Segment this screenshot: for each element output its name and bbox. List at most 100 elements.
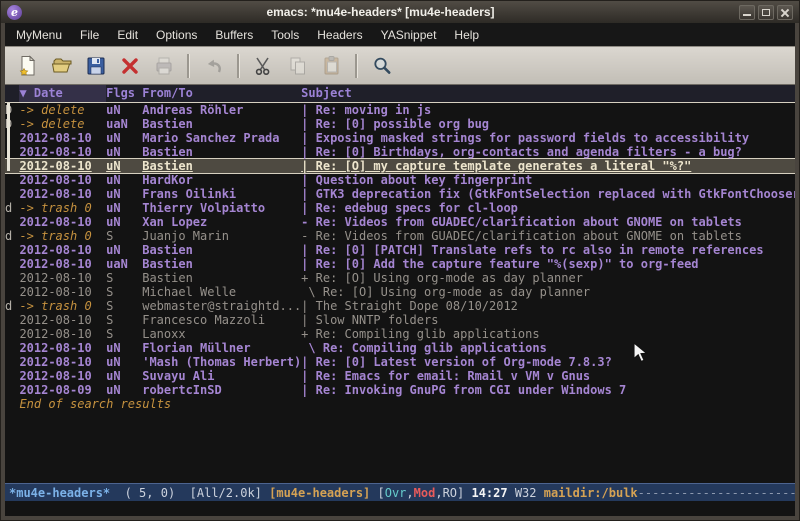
message-row[interactable]: 2012-08-10SBastien+ Re: [O] Using org-mo… <box>5 271 795 285</box>
message-flags: S <box>106 327 142 341</box>
message-from: 'Mash (Thomas Herbert) <box>142 355 301 369</box>
message-from: Frans Oilinki <box>142 187 301 201</box>
message-row[interactable]: d-> trash 0SJuanjo Marin- Re: Videos fro… <box>5 229 795 243</box>
message-subject: | Re: [O] my capture template generates … <box>301 159 795 173</box>
menu-item-buffers[interactable]: Buffers <box>206 25 262 45</box>
undo-icon <box>200 52 227 79</box>
message-from: Bastien <box>142 117 301 131</box>
message-from: Bastien <box>142 145 301 159</box>
modeline-segment-plain: [ <box>378 486 385 500</box>
toolbar-separator <box>187 54 190 78</box>
message-row[interactable]: 2012-08-10uNFrans Oilinki| GTK3 deprecat… <box>5 187 795 201</box>
message-mark <box>5 327 19 341</box>
cut-icon[interactable] <box>250 52 277 79</box>
message-from: Michael Welle <box>142 285 301 299</box>
message-subject: - Re: Videos from GUADEC/clarification a… <box>301 229 795 243</box>
message-row[interactable]: 2012-08-10uNHardKor| Question about key … <box>5 173 795 187</box>
modeline-segment-plain: ] <box>457 486 471 500</box>
paste-icon <box>318 52 345 79</box>
message-from: Bastien <box>142 257 301 271</box>
message-flags: uN <box>106 201 142 215</box>
message-row[interactable]: 2012-08-10uNBastien| Re: [0] [PATCH] Tra… <box>5 243 795 257</box>
mode-line: *mu4e-headers* ( 5, 0) [All/2.0k] [mu4e-… <box>5 483 795 501</box>
minimize-button[interactable] <box>739 5 755 20</box>
message-row[interactable]: d-> trash 0Swebmaster@straightd...| The … <box>5 299 795 313</box>
message-flags: uN <box>106 383 142 397</box>
message-row[interactable]: 2012-08-10uNXan Lopez- Re: Videos from G… <box>5 215 795 229</box>
message-row[interactable]: 2012-08-10uaNBastien| Re: [0] Add the ca… <box>5 257 795 271</box>
message-date: 2012-08-10 <box>19 341 106 355</box>
message-flags: uN <box>106 243 142 257</box>
message-date: 2012-08-10 <box>19 355 106 369</box>
column-header-flags[interactable]: Flgs <box>106 85 142 102</box>
message-flags: S <box>106 299 142 313</box>
message-row[interactable]: 2012-08-10uNMario Sanchez Prada| Exposin… <box>5 131 795 145</box>
maximize-button[interactable] <box>758 5 774 20</box>
save-icon[interactable] <box>82 52 109 79</box>
open-file-icon[interactable] <box>48 52 75 79</box>
copy-icon <box>284 52 311 79</box>
message-subject: | Slow NNTP folders <box>301 313 795 327</box>
menu-item-options[interactable]: Options <box>147 25 206 45</box>
message-flags: uN <box>106 103 142 117</box>
message-mark <box>5 215 19 229</box>
message-list: D-> deleteuNAndreas Röhler| Re: moving i… <box>5 103 795 397</box>
message-mark: d <box>5 201 19 215</box>
message-subject: | Re: [0] possible org bug <box>301 117 795 131</box>
message-subject: | Question about key fingerprint <box>301 173 795 187</box>
menu-item-edit[interactable]: Edit <box>108 25 147 45</box>
menu-item-help[interactable]: Help <box>445 25 488 45</box>
message-row[interactable]: 2012-08-10SMichael Welle \ Re: [O] Using… <box>5 285 795 299</box>
menu-item-tools[interactable]: Tools <box>262 25 308 45</box>
close-button[interactable] <box>777 5 793 20</box>
column-header-date[interactable]: ▼ Date <box>19 85 106 102</box>
close-buffer-icon[interactable] <box>116 52 143 79</box>
menu-item-mymenu[interactable]: MyMenu <box>7 25 71 45</box>
search-icon[interactable] <box>368 52 395 79</box>
message-flags: S <box>106 313 142 327</box>
toolbar-separator <box>237 54 240 78</box>
message-flags: S <box>106 271 142 285</box>
headers-header-line: ▼ Date Flgs From/To Subject <box>5 85 795 103</box>
message-from: Bastien <box>142 243 301 257</box>
message-row[interactable]: 2012-08-10SLanoxx+ Re: Compiling glib ap… <box>5 327 795 341</box>
new-file-icon[interactable] <box>14 52 41 79</box>
message-date: 2012-08-10 <box>19 271 106 285</box>
message-from: Suvayu Ali <box>142 369 301 383</box>
message-row[interactable]: 2012-08-10uNFlorian Müllner \ Re: Compil… <box>5 341 795 355</box>
echo-area <box>5 501 795 516</box>
message-subject: | Re: Emacs for email: Rmail v VM v Gnus <box>301 369 795 383</box>
message-row[interactable]: 2012-08-10uN'Mash (Thomas Herbert)| Re: … <box>5 355 795 369</box>
emacs-icon[interactable]: e <box>7 5 22 20</box>
message-from: Thierry Volpiatto <box>142 201 301 215</box>
modeline-segment-plain: [All/2.0k] <box>190 486 269 500</box>
message-row[interactable]: 2012-08-10SFrancesco Mazzoli| Slow NNTP … <box>5 313 795 327</box>
modeline-segment-plain: ( 5, 0) <box>110 486 189 500</box>
message-row[interactable]: 2012-08-10uNBastien| Re: [0] Birthdays, … <box>5 145 795 159</box>
message-date: 2012-08-10 <box>19 369 106 383</box>
message-row[interactable]: 2012-08-09uNrobertcInSD| Re: Invoking Gn… <box>5 383 795 397</box>
message-subject: | Re: [0] [PATCH] Translate refs to rc a… <box>301 243 795 257</box>
menu-item-yasnippet[interactable]: YASnippet <box>372 25 446 45</box>
message-date: 2012-08-10 <box>19 159 106 173</box>
message-subject: \ Re: [O] Using org-mode as day planner <box>301 285 795 299</box>
message-date: 2012-08-10 <box>19 131 106 145</box>
modeline-segment-mod: Mod <box>414 486 436 500</box>
message-row[interactable]: D-> deleteuaNBastien| Re: [0] possible o… <box>5 117 795 131</box>
message-from: Bastien <box>142 159 301 173</box>
column-header-subject[interactable]: Subject <box>301 85 795 102</box>
message-row[interactable]: 2012-08-10uNSuvayu Ali| Re: Emacs for em… <box>5 369 795 383</box>
menu-item-file[interactable]: File <box>71 25 108 45</box>
message-flags: uN <box>106 131 142 145</box>
message-row[interactable]: d-> trash 0uNThierry Volpiatto| Re: edeb… <box>5 201 795 215</box>
column-header-from[interactable]: From/To <box>142 85 301 102</box>
menu-bar: MyMenuFileEditOptionsBuffersToolsHeaders… <box>5 23 795 46</box>
message-mark <box>5 243 19 257</box>
menu-item-headers[interactable]: Headers <box>308 25 371 45</box>
message-row[interactable]: D-> deleteuNAndreas Röhler| Re: moving i… <box>5 103 795 117</box>
message-row-current[interactable]: 2012-08-10uNBastien| Re: [O] my capture … <box>5 159 795 173</box>
modeline-segment-plain: RO <box>443 486 457 500</box>
scrollbar-thumb[interactable] <box>7 97 10 171</box>
modeline-segment-plain: W32 <box>508 486 544 500</box>
emacs-window: e emacs: *mu4e-headers* [mu4e-headers] M… <box>0 0 800 521</box>
